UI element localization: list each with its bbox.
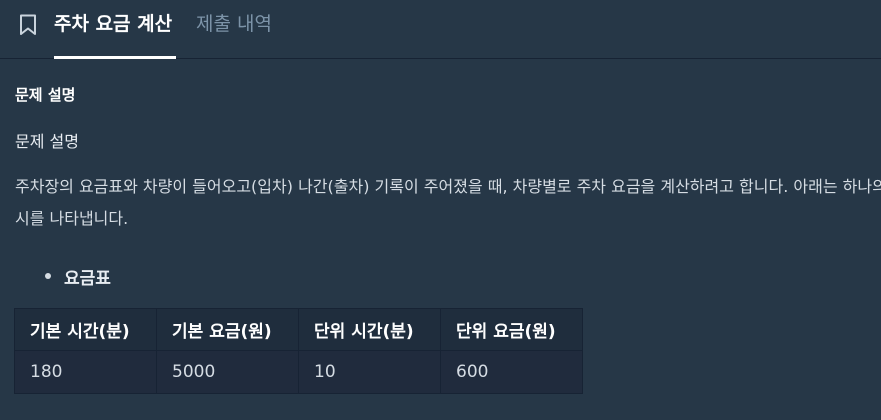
tab-parking-fee[interactable]: 주차 요금 계산	[54, 11, 172, 37]
section-heading: 문제 설명	[15, 86, 76, 104]
tab-bar: 주차 요금 계산 제출 내역	[0, 0, 881, 59]
problem-paragraph: 주차장의 요금표와 차량이 들어오고(입차) 나간(출차) 기록이 주어졌을 때…	[15, 177, 881, 228]
table-row: 180 5000 10 600	[14, 350, 583, 394]
bullet-dot-icon	[45, 273, 51, 279]
column-header: 기본 시간(분)	[14, 308, 157, 351]
table-cell: 5000	[156, 350, 299, 394]
table-cell: 600	[440, 350, 583, 394]
column-header: 단위 요금(원)	[440, 308, 583, 351]
fee-table: 기본 시간(분) 기본 요금(원) 단위 시간(분) 단위 요금(원) 180 …	[14, 308, 583, 394]
column-header: 기본 요금(원)	[156, 308, 299, 351]
table-cell: 10	[298, 350, 441, 394]
column-header: 단위 시간(분)	[298, 308, 441, 351]
section-subtitle: 문제 설명	[15, 132, 79, 151]
tab-submissions[interactable]: 제출 내역	[196, 11, 272, 37]
table-header-row: 기본 시간(분) 기본 요금(원) 단위 시간(분) 단위 요금(원)	[14, 308, 583, 351]
bullet-fee-table-label: 요금표	[64, 269, 111, 289]
bookmark-icon[interactable]	[19, 14, 37, 36]
problem-description: 문제 설명 문제 설명 주차장의 요금표와 차량이 들어오고(입차) 나간(출차…	[0, 60, 881, 420]
table-cell: 180	[14, 350, 157, 394]
active-tab-indicator	[54, 56, 176, 59]
